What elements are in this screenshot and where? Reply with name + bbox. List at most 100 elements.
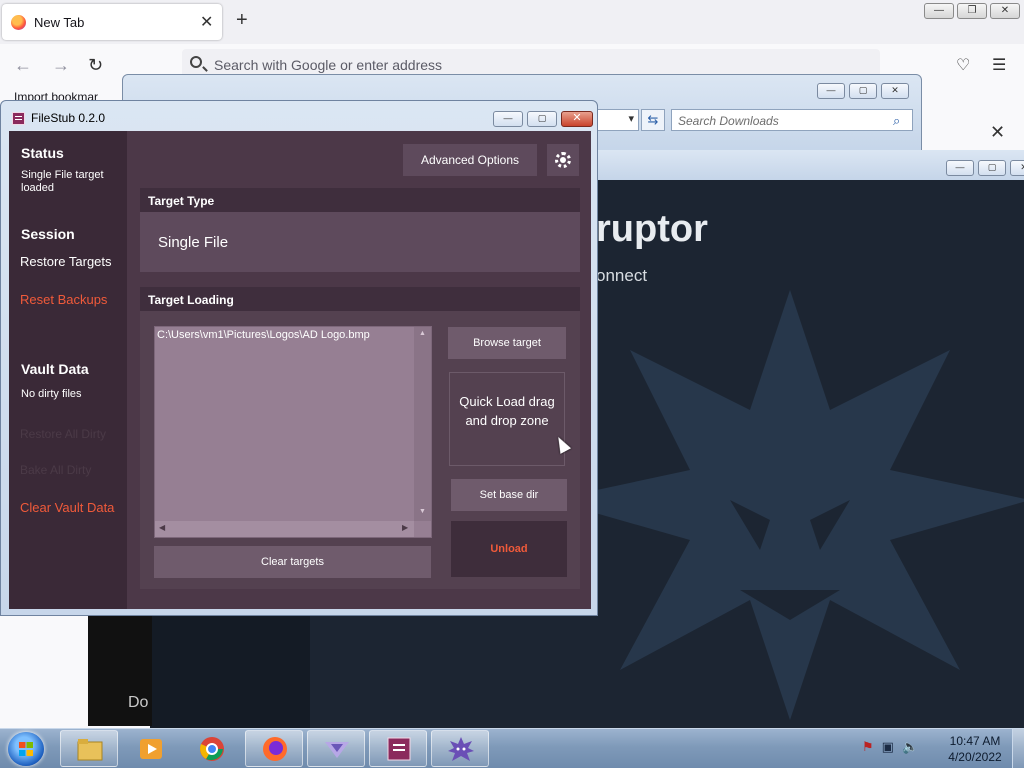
target-loading-heading: Target Loading [140,287,580,311]
folder-icon [77,739,103,761]
rtc-app-title: ruptor [596,208,708,250]
scroll-left-icon[interactable]: ◀ [159,523,165,532]
reload-icon[interactable]: ↻ [88,55,103,76]
launcher-icon [325,742,349,758]
refresh-icon[interactable]: ⇆ [641,109,665,131]
close-window-icon[interactable]: ✕ [561,111,593,127]
target-type-selector[interactable]: Single File [140,212,580,272]
downloads-search-input[interactable] [678,112,878,129]
filestub-app-icon [387,737,411,761]
filestub-sidebar: Status Single File target loaded Session… [9,131,127,609]
rtc-connect-text: onnect [596,266,648,285]
action-center-flag-icon[interactable]: ⚑ [862,739,874,755]
filestub-window-controls: — ▢ ✕ [493,111,593,127]
minimize-icon[interactable]: — [493,111,523,127]
filestub-window-title: FileStub 0.2.0 [31,111,106,125]
quick-load-drop-zone[interactable]: Quick Load drag and drop zone [449,372,565,466]
taskbar-explorer[interactable] [60,730,118,767]
minimize-icon[interactable]: — [924,3,954,19]
restore-targets-link[interactable]: Restore Targets [20,254,112,269]
close-window-icon[interactable]: ✕ [881,83,909,99]
restore-all-dirty-link[interactable]: Restore All Dirty [20,427,106,441]
close-window-icon[interactable]: ✕ [1010,160,1024,176]
maximize-icon[interactable]: ▢ [527,111,557,127]
filestub-app-icon [12,112,25,125]
settings-button[interactable] [547,144,579,176]
firefox-window-controls: — ❐ ✕ [924,3,1020,20]
scroll-right-icon[interactable]: ▶ [402,523,408,532]
firefox-icon [11,15,26,30]
filestub-client-area: Status Single File target loaded Session… [9,131,591,609]
search-icon [190,56,202,68]
target-type-heading: Target Type [140,188,580,212]
unload-button[interactable]: Unload [451,521,567,577]
volume-icon[interactable]: 🔈 [902,739,918,755]
chrome-icon [200,737,224,761]
show-desktop-button[interactable] [1012,729,1024,768]
restore-icon[interactable]: ❐ [957,3,987,19]
tab-new-tab[interactable]: New Tab ✕ [2,4,222,40]
taskbar-media-player[interactable] [121,730,179,767]
history-dropdown[interactable] [597,109,639,131]
menu-hamburger-icon[interactable]: ☰ [992,55,1006,75]
scroll-up-icon[interactable]: ▲ [419,330,426,337]
firefox-icon [263,737,287,761]
target-type-value: Single File [158,234,229,251]
taskbar-rtc-launcher[interactable] [307,730,365,767]
media-player-icon [140,739,162,759]
horizontal-scrollbar[interactable]: ◀ ▶ [155,521,414,537]
vertical-scrollbar[interactable]: ▲ ▼ [414,327,431,521]
minimize-icon[interactable]: — [817,83,845,99]
close-tab-icon[interactable]: ✕ [200,12,213,32]
list-item[interactable]: C:\Users\vm1\Pictures\Logos\AD Logo.bmp [157,329,370,341]
bake-all-dirty-link[interactable]: Bake All Dirty [20,463,91,477]
browse-target-button[interactable]: Browse target [448,327,566,359]
taskbar-firefox[interactable] [245,730,303,767]
advanced-options-button[interactable]: Advanced Options [403,144,537,176]
clear-vault-data-link[interactable]: Clear Vault Data [20,500,114,515]
system-tray: ⚑ ▣ 🔈 [862,739,918,755]
scroll-down-icon[interactable]: ▼ [419,508,426,515]
tab-title: New Tab [34,15,85,30]
session-heading: Session [21,226,75,242]
vault-data-heading: Vault Data [21,361,89,377]
minimize-icon[interactable]: — [946,160,974,176]
rtc-mascot-icon [448,737,474,761]
taskbar-rtc[interactable] [431,730,489,767]
new-tab-plus-icon[interactable]: + [236,9,248,32]
status-text: Single File target loaded [21,169,104,194]
search-icon[interactable]: ⌕ [893,113,907,128]
network-icon[interactable]: ▣ [882,739,894,755]
close-window-icon[interactable]: ✕ [990,3,1020,19]
firefox-tab-strip: New Tab ✕ + — ❐ ✕ [0,0,1024,44]
reset-backups-link[interactable]: Reset Backups [20,292,107,307]
downloads-window-controls: — ▢ ✕ [817,83,909,99]
pocket-icon[interactable]: ♡ [956,55,970,75]
maximize-icon[interactable]: ▢ [978,160,1006,176]
clear-targets-button[interactable]: Clear targets [154,546,431,578]
forward-arrow-icon[interactable]: → [52,55,70,76]
set-base-dir-button[interactable]: Set base dir [451,479,567,511]
taskbar-clock[interactable]: 10:47 AM 4/20/2022 [940,733,1010,765]
close-overlay-icon[interactable]: ✕ [990,122,1005,143]
background-panel: Do [88,612,152,726]
filestub-window: FileStub 0.2.0 — ▢ ✕ Status Single File … [0,100,598,616]
back-arrow-icon[interactable]: ← [14,55,32,76]
target-list[interactable]: C:\Users\vm1\Pictures\Logos\AD Logo.bmp … [154,326,432,538]
rtc-window-controls: — ▢ ✕ [946,160,1024,176]
filestub-titlebar[interactable]: FileStub 0.2.0 — ▢ ✕ [1,101,597,133]
taskbar: ⚑ ▣ 🔈 10:47 AM 4/20/2022 [0,728,1024,768]
clock-date: 4/20/2022 [948,750,1002,764]
start-button[interactable] [8,732,44,766]
taskbar-chrome[interactable] [182,730,240,767]
status-heading: Status [21,145,64,161]
gear-icon [555,152,571,168]
taskbar-filestub[interactable] [369,730,427,767]
vault-data-text: No dirty files [21,388,82,400]
clock-time: 10:47 AM [949,734,1001,748]
mascot-logo-watermark [550,290,1024,720]
address-input[interactable] [214,54,814,76]
background-panel-text: Do [128,694,149,711]
maximize-icon[interactable]: ▢ [849,83,877,99]
downloads-search-box[interactable]: ⌕ [671,109,913,131]
